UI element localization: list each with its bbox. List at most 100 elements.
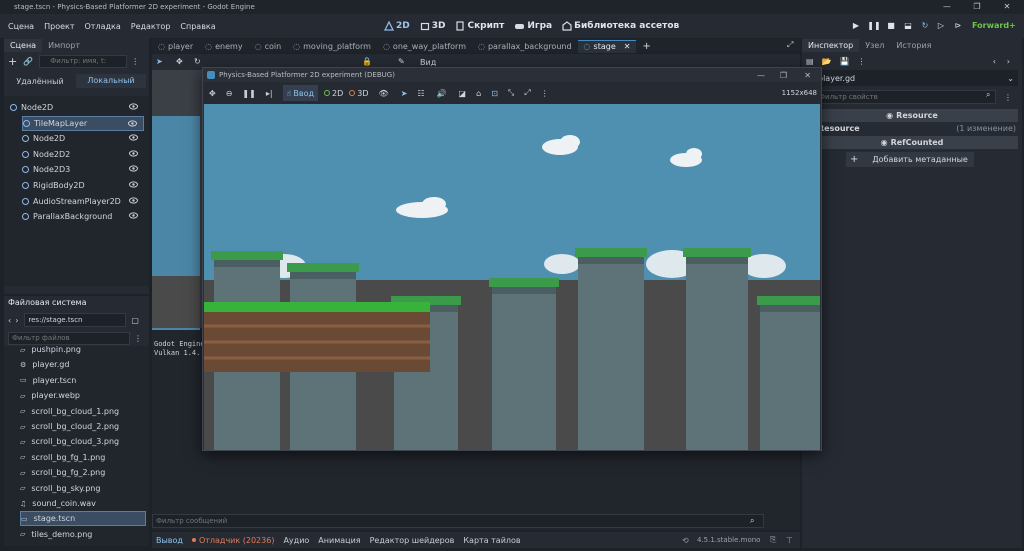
game-window[interactable]: Physics-Based Platformer 2D experiment (…	[202, 67, 822, 451]
tab-inspector[interactable]: Инспектор	[802, 39, 860, 52]
history-forward-icon[interactable]: ›	[1007, 57, 1010, 66]
2d-toggle-button[interactable]: 2D	[324, 89, 343, 98]
expand-panel-icon[interactable]: ⊤	[786, 536, 793, 545]
inspector-options-icon[interactable]: ⋮	[1004, 93, 1012, 102]
file-item[interactable]: ⚙ player.gd	[20, 357, 146, 372]
close-tab-icon[interactable]: ✕	[624, 42, 631, 51]
tab-shader-editor[interactable]: Редактор шейдеров	[370, 536, 455, 545]
distraction-free-icon[interactable]: ⤢	[787, 40, 793, 50]
tab-history[interactable]: История	[890, 39, 937, 52]
minus-icon[interactable]: ⊖	[226, 89, 233, 98]
tab-node[interactable]: Узел	[859, 39, 890, 52]
resource-section-header[interactable]: ◉ Resource	[806, 109, 1018, 122]
file-item[interactable]: ▭ stage.tscn	[20, 511, 146, 527]
workspace-script-button[interactable]: Скрипт	[455, 21, 504, 31]
scene-tab[interactable]: ◌ stage ✕	[577, 39, 637, 53]
view-menu-button[interactable]: Вид	[420, 58, 436, 67]
next-frame-icon[interactable]: ▸|	[266, 89, 273, 98]
file-item[interactable]: ▱ scroll_bg_cloud_2.png	[20, 419, 146, 434]
resource-menu-icon[interactable]: ⋮	[858, 57, 866, 66]
scene-menu-icon[interactable]: ⋮	[131, 57, 139, 66]
play-custom-icon[interactable]: ⊳	[950, 17, 966, 33]
visibility-icon[interactable]: 👁	[379, 89, 389, 98]
workspace-assetlib-button[interactable]: Библиотека ассетов	[562, 21, 679, 31]
tree-node[interactable]: AudioStreamPlayer2D	[22, 194, 144, 209]
new-resource-icon[interactable]: ▤	[806, 57, 814, 66]
path-input[interactable]	[24, 313, 127, 327]
scene-tab[interactable]: ◌ coin	[249, 40, 288, 53]
file-item[interactable]: ▱ player.webp	[20, 388, 146, 403]
history-icon[interactable]: ⟲	[682, 536, 689, 545]
file-item[interactable]: ▱ scroll_bg_sky.png	[20, 481, 146, 496]
message-filter-input[interactable]	[152, 514, 764, 528]
minimize-icon[interactable]: —	[932, 0, 962, 14]
drag-handle-icon[interactable]: ✥	[209, 89, 216, 98]
select-tool-icon[interactable]: ➤	[401, 89, 408, 98]
resource-property-row[interactable]: Resource (1 изменение)	[806, 122, 1018, 135]
new-scene-tab-icon[interactable]: +	[642, 41, 650, 52]
tree-node[interactable]: TileMapLayer	[22, 115, 144, 131]
move-tool-icon[interactable]: ✥	[176, 57, 183, 66]
tree-node[interactable]: Node2D2	[22, 147, 144, 162]
workspace-game-button[interactable]: Игра	[514, 21, 552, 31]
camera-override-icon[interactable]: ⌂	[476, 89, 481, 98]
scene-tab[interactable]: ◌ player	[152, 40, 199, 53]
scene-tab[interactable]: ◌ enemy	[199, 40, 248, 53]
lock-icon[interactable]: 🔒	[362, 57, 372, 66]
tab-audio[interactable]: Аудио	[283, 536, 309, 545]
game-viewport[interactable]	[204, 104, 820, 450]
file-filter-input[interactable]	[8, 331, 130, 345]
minimize-icon[interactable]: —	[757, 71, 765, 80]
stop-icon[interactable]: ■	[883, 17, 899, 33]
copy-icon[interactable]: ⎘	[770, 535, 776, 545]
forward-icon[interactable]: ›	[15, 316, 18, 325]
close-window-icon[interactable]: ✕	[804, 71, 811, 80]
remote-tree-button[interactable]: Удалённый	[4, 77, 76, 86]
rotate-tool-icon[interactable]: ↻	[194, 57, 201, 66]
split-view-icon[interactable]: ▢	[131, 316, 139, 325]
file-item[interactable]: ▱ tiles_demo.png	[20, 527, 146, 542]
sort-icon[interactable]: ⋮	[134, 334, 142, 343]
game-menu-icon[interactable]: ⋮	[541, 89, 549, 98]
play-scene-icon[interactable]: ▷	[933, 17, 949, 33]
workspace-3d-button[interactable]: 3D	[420, 21, 445, 31]
keep-aspect-icon[interactable]: ⤡	[508, 88, 514, 98]
link-icon[interactable]: 🔗	[23, 57, 33, 66]
scene-tab[interactable]: ◌ moving_platform	[287, 40, 377, 53]
embed-frame-icon[interactable]: ⊡	[491, 89, 498, 98]
tab-scene[interactable]: Сцена	[4, 38, 43, 52]
file-item[interactable]: ▭ player.tscn	[20, 373, 146, 388]
tree-node[interactable]: Node2D	[22, 131, 144, 146]
close-window-icon[interactable]: ✕	[992, 0, 1022, 14]
add-metadata-button[interactable]: + Добавить метаданные	[846, 152, 974, 167]
refcounted-section-header[interactable]: ◉ RefCounted	[806, 136, 1018, 149]
menu-debug[interactable]: Отладка	[85, 22, 121, 31]
tree-node[interactable]: RigidBody2D	[22, 178, 144, 193]
file-item[interactable]: ▱ scroll_bg_fg_2.png	[20, 465, 146, 480]
select-tool-icon[interactable]: ➤	[156, 57, 163, 66]
renderer-label[interactable]: Forward+	[972, 21, 1016, 30]
maximize-icon[interactable]: ❐	[780, 71, 787, 80]
camera-icon[interactable]: ◪	[459, 89, 467, 98]
audio-mute-icon[interactable]: 🔊	[437, 89, 447, 98]
tab-animation[interactable]: Анимация	[318, 536, 360, 545]
menu-help[interactable]: Справка	[180, 22, 215, 31]
open-resource-icon[interactable]: 📂	[822, 57, 832, 66]
tab-import[interactable]: Импорт	[42, 39, 86, 52]
pause-icon[interactable]: ❚❚	[866, 17, 882, 33]
tree-node[interactable]: Node2D3	[22, 162, 144, 177]
pause-icon[interactable]: ❚❚	[242, 89, 255, 98]
menu-editor[interactable]: Редактор	[131, 22, 171, 31]
property-filter-input[interactable]	[806, 90, 996, 104]
file-item[interactable]: ▱ scroll_bg_fg_1.png	[20, 450, 146, 465]
history-back-icon[interactable]: ‹	[993, 57, 996, 66]
local-tree-button[interactable]: Локальный	[76, 74, 146, 88]
scene-tab[interactable]: ◌ parallax_background	[472, 40, 578, 53]
save-resource-icon[interactable]: 💾	[840, 57, 850, 66]
maximize-icon[interactable]: ❐	[962, 0, 992, 14]
tree-node[interactable]: Node2D	[10, 100, 144, 115]
list-select-icon[interactable]: ☷	[417, 89, 424, 98]
file-item[interactable]: ▱ scroll_bg_cloud_1.png	[20, 404, 146, 419]
tab-output[interactable]: Вывод	[156, 536, 183, 545]
tree-node[interactable]: ParallaxBackground	[22, 209, 144, 224]
